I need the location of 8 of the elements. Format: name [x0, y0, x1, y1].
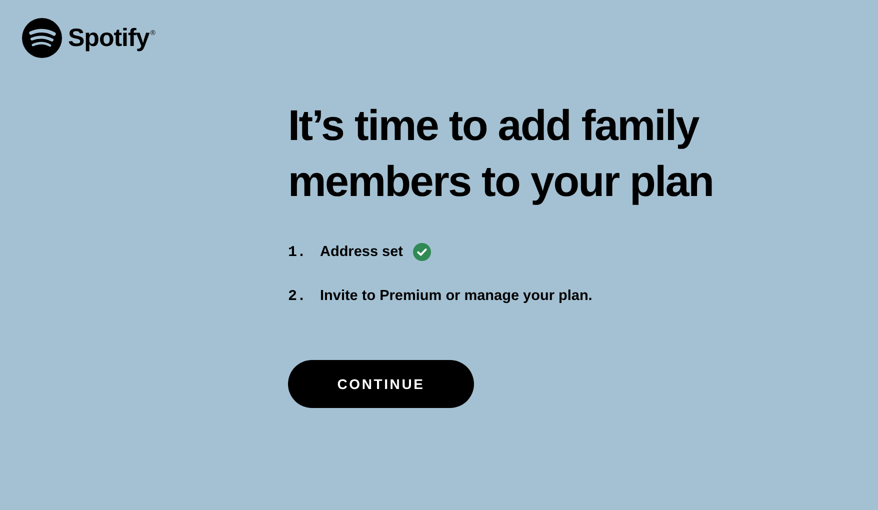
spotify-logo-icon — [22, 18, 62, 58]
brand-name: Spotify — [68, 24, 150, 52]
step-text: Address set — [320, 244, 404, 260]
step-number: 1. — [288, 244, 308, 260]
step-number: 2. — [288, 288, 308, 304]
page-heading: It’s time to add family members to your plan — [288, 101, 714, 208]
step-text: Invite to Premium or manage your plan. — [320, 288, 592, 304]
continue-button[interactable]: CONTINUE — [288, 360, 474, 408]
